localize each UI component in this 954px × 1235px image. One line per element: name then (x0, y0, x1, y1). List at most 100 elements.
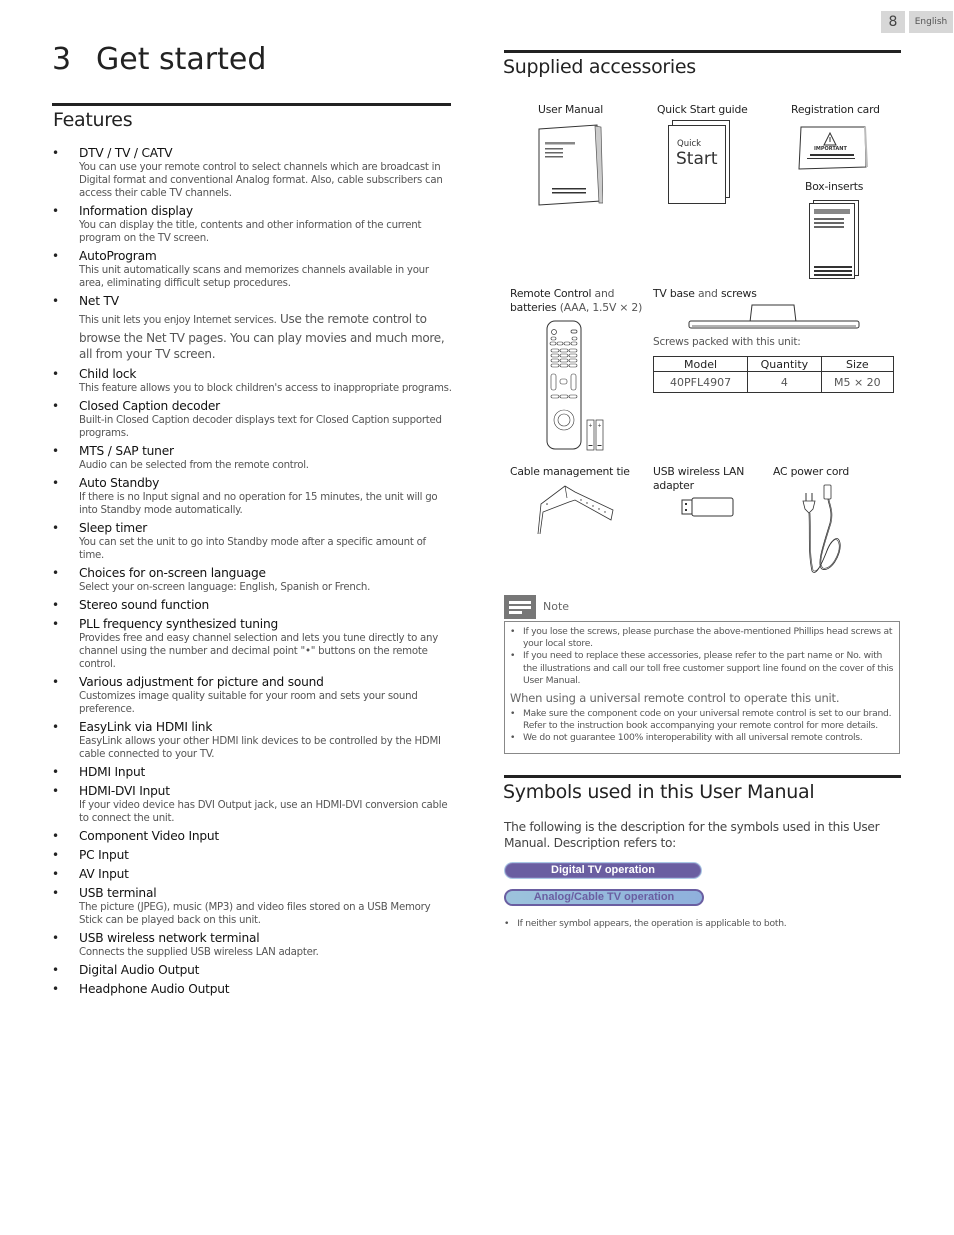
bullet: • (52, 962, 60, 977)
bullet: • (52, 930, 60, 945)
language-tag: English (909, 11, 953, 33)
feature-title: Auto Standby (79, 475, 160, 490)
note-text: If you need to replace these accessories… (523, 650, 894, 686)
bullet: • (52, 249, 60, 263)
section-rule (52, 103, 451, 106)
feature-title: Sleep timer (79, 520, 148, 535)
bullet: • (504, 918, 510, 929)
feature-item: • Headphone Audio Output (52, 982, 452, 997)
bullet: • (510, 650, 516, 662)
symbols-footnote-text: If neither symbol appears, the operation… (517, 918, 787, 929)
quick-start-label: Quick Start guide (657, 103, 748, 116)
section-rule (504, 50, 901, 53)
note-icon (504, 595, 536, 619)
feature-title: AutoProgram (79, 249, 157, 263)
feature-item: • HDMI Input (52, 765, 452, 780)
feature-title: Various adjustment for picture and sound (79, 674, 324, 689)
feature-desc: If there is no Input signal and no opera… (79, 491, 438, 516)
feature-item: • EasyLink via HDMI link EasyLink allows y… (52, 720, 452, 761)
feature-desc: The picture (JPEG), music (MP3) and vide… (79, 901, 431, 926)
usb-adapter-line1: USB wireless LAN (653, 465, 745, 478)
remote-bold1: Remote Control (510, 287, 592, 300)
bullet: • (510, 626, 516, 637)
feature-desc-small: This unit lets you enjoy Internet servic… (79, 315, 277, 326)
remote-and: and (591, 287, 615, 300)
analog-cable-tv-badge: Analog/Cable TV operation (504, 889, 704, 906)
feature-title: Headphone Audio Output (79, 981, 230, 996)
registration-card-text: IMPORTANT (814, 146, 847, 152)
feature-desc: Built-in Closed Caption decoder displays… (79, 414, 442, 439)
digital-tv-badge: Digital TV operation (504, 862, 702, 879)
feature-title: PLL frequency synthesized tuning (79, 616, 279, 631)
feature-desc: Provides free and easy channel selection… (79, 632, 439, 670)
feature-item: • Child lock This feature allows you to bl… (52, 367, 452, 395)
usb-adapter-label: USB wireless LAN adapter (653, 465, 744, 493)
tv-base-bold1: TV base (653, 287, 695, 300)
remote-spec: (AAA, 1.5V × 2) (556, 301, 643, 314)
chapter-title-text: Get started (96, 42, 267, 77)
note-text: We do not guarantee 100% interoperabilit… (523, 732, 863, 744)
feature-item: • PLL frequency synthesized tuning Provide… (52, 617, 452, 671)
quick-start-cover-big: Start (676, 149, 718, 169)
cable-tie-illustration (535, 482, 615, 537)
feature-title: MTS / SAP tuner (79, 443, 174, 458)
feature-item: • HDMI-DVI Input If your video device has … (52, 784, 452, 825)
feature-desc: This feature allows you to block childre… (79, 382, 452, 394)
quick-start-cover-small: Quick (677, 139, 702, 149)
note-item: • Make sure the component code on your un… (510, 708, 894, 732)
bullet: • (52, 204, 60, 218)
symbols-footnote: • If neither symbol appears, the operati… (504, 918, 787, 929)
feature-title: Stereo sound function (79, 597, 210, 612)
feature-desc: Audio can be selected from the remote co… (79, 459, 309, 471)
bullet: • (52, 674, 60, 689)
note-text: If you lose the screws, please purchase … (523, 626, 893, 650)
bullet: • (52, 866, 60, 881)
feature-title: HDMI-DVI Input (79, 783, 170, 798)
box-inserts-label: Box-inserts (805, 180, 864, 193)
svg-text:+: + (588, 423, 592, 429)
feature-title: Information display (79, 204, 193, 218)
feature-title: Choices for on-screen language (79, 565, 266, 580)
feature-title: Net TV (79, 294, 119, 308)
bullet: • (52, 366, 60, 381)
symbols-intro: The following is the description for the… (504, 820, 880, 850)
bullet: • (52, 398, 60, 413)
column-header-model: Model (652, 356, 749, 372)
bullet: • (52, 885, 60, 900)
bullet: • (52, 828, 60, 843)
feature-title: USB terminal (79, 885, 157, 900)
tv-base-bold2: screws (720, 287, 757, 300)
feature-item: • Information display You can display the … (52, 204, 452, 245)
feature-title: USB wireless network terminal (79, 930, 260, 945)
bullet: • (52, 783, 60, 798)
features-list: • DTV / TV / CATV You can use your remote … (52, 146, 452, 1001)
bullet: • (52, 616, 60, 631)
feature-item: • Choices for on-screen language Select yo… (52, 566, 452, 594)
feature-title: Component Video Input (79, 828, 220, 843)
feature-item: • USB terminal The picture (JPEG), music (… (52, 886, 452, 927)
feature-desc: EasyLink allows your other HDMI link dev… (79, 735, 441, 760)
chapter-number: 3 (52, 42, 72, 77)
table-header-row: Model Quantity Size (652, 356, 895, 372)
feature-title: Child lock (79, 366, 137, 381)
ac-power-cord-illustration (800, 483, 850, 578)
feature-title: Closed Caption decoder (79, 398, 220, 413)
bullet: • (52, 981, 60, 996)
feature-title: Digital Audio Output (79, 962, 200, 977)
bullet: • (52, 719, 60, 734)
symbols-heading: Symbols used in this User Manual (503, 781, 815, 803)
cable-tie-label: Cable management tie (510, 465, 630, 478)
bullet: • (52, 294, 60, 308)
bullet: • (510, 732, 516, 744)
column-header-size: Size (820, 356, 895, 372)
bullet: • (510, 708, 516, 720)
svg-text:+: + (597, 423, 601, 429)
feature-item: • Various adjustment for picture and soun… (52, 675, 452, 716)
cell-size: M5 × 20 (820, 371, 895, 393)
feature-item: • AV Input (52, 867, 452, 882)
note-item: • If you lose the screws, please purchase… (510, 626, 894, 650)
feature-item: • Component Video Input (52, 829, 452, 844)
section-rule (504, 775, 901, 778)
user-manual-label: User Manual (538, 103, 604, 116)
feature-item: • Digital Audio Output (52, 963, 452, 978)
